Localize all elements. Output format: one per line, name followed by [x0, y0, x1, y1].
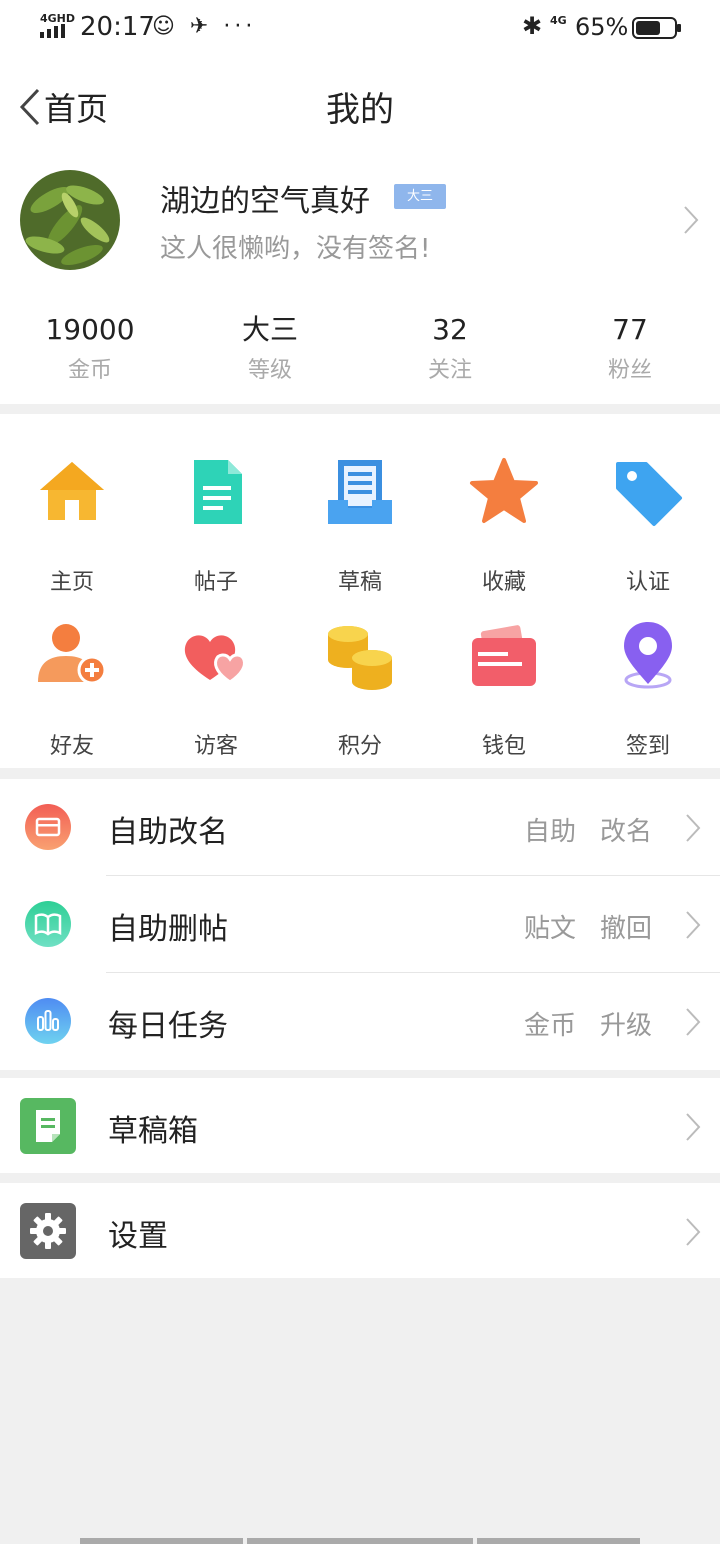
list-item-label: 草稿箱 — [108, 1114, 198, 1149]
list-item-settings[interactable]: 设置 — [0, 1183, 720, 1278]
chevron-right-icon — [686, 1113, 701, 1141]
post-icon — [194, 460, 242, 524]
stat-following[interactable]: 32 关注 — [360, 312, 540, 392]
stat-fans[interactable]: 77 粉丝 — [540, 312, 720, 392]
list-item-rename[interactable]: 自助改名 自助 改名 — [0, 779, 720, 876]
list-item-draft-box[interactable]: 草稿箱 — [0, 1078, 720, 1173]
grid-row-2: 好友 访客 积分 钱包 签到 — [0, 620, 720, 780]
list-item-tags: 自助 改名 — [500, 811, 652, 848]
notification-icons: ☺ ✈ ··· — [152, 14, 257, 39]
tag: 撤回 — [599, 914, 652, 944]
battery-percent: 65% — [575, 13, 629, 41]
stats-row: 19000 金币 大三 等级 32 关注 77 粉丝 — [0, 312, 720, 392]
stat-label: 关注 — [427, 358, 472, 383]
list-item-label: 每日任务 — [108, 1009, 228, 1044]
nav-bar: 首页 我的 — [0, 56, 720, 156]
chevron-right-icon — [686, 1008, 701, 1036]
signature: 这人很懒哟，没有签名! — [160, 234, 431, 264]
grid-item-visitors[interactable]: 访客 — [144, 620, 288, 780]
network-indicator-right: 4G — [550, 14, 567, 27]
bar-chart-icon — [25, 998, 71, 1044]
chevron-right-icon — [684, 206, 699, 234]
chevron-right-icon — [686, 911, 701, 939]
stat-label: 金币 — [67, 358, 112, 383]
grid-item-verify[interactable]: 认证 — [576, 456, 720, 616]
draft-icon — [328, 460, 392, 524]
stat-value: 32 — [432, 313, 468, 346]
card-icon — [25, 804, 71, 850]
stat-coins[interactable]: 19000 金币 — [0, 312, 180, 392]
page-title: 我的 — [326, 90, 394, 130]
draft-box-icon — [20, 1098, 76, 1154]
star-icon — [470, 458, 538, 523]
grid-item-label: 签到 — [625, 734, 670, 759]
nav-gesture-bar-right[interactable] — [477, 1538, 640, 1544]
grid-item-posts[interactable]: 帖子 — [144, 456, 288, 616]
list-item-daily-tasks[interactable]: 每日任务 金币 升级 — [0, 973, 720, 1070]
list-item-label: 自助改名 — [108, 815, 228, 850]
grid-item-checkin[interactable]: 签到 — [576, 620, 720, 780]
status-bar: 4GHD 20:17 ☺ ✈ ··· ✱ 4G 65% — [0, 0, 720, 56]
grid-item-label: 收藏 — [481, 570, 526, 595]
grid-item-favorites[interactable]: 收藏 — [432, 456, 576, 616]
grid-item-drafts[interactable]: 草稿 — [288, 456, 432, 616]
grid-item-points[interactable]: 积分 — [288, 620, 432, 780]
tag: 贴文 — [523, 914, 576, 944]
add-friend-icon — [38, 624, 107, 685]
nav-gesture-bar-center[interactable] — [247, 1538, 473, 1544]
grid-item-label: 帖子 — [193, 570, 238, 595]
grid-item-label: 好友 — [49, 734, 94, 759]
list-item-tags: 贴文 撤回 — [500, 908, 652, 945]
stat-value: 大三 — [241, 313, 298, 346]
avatar-image — [20, 170, 120, 270]
stat-level[interactable]: 大三 等级 — [180, 312, 360, 392]
tag: 升级 — [599, 1011, 652, 1041]
book-icon — [25, 901, 71, 947]
list-item-label: 自助删帖 — [108, 912, 228, 947]
tag: 自助 — [523, 817, 576, 847]
grid-item-friends[interactable]: 好友 — [0, 620, 144, 780]
stat-value: 77 — [612, 313, 648, 346]
nav-gesture-bar-left[interactable] — [80, 1538, 243, 1544]
tag: 金币 — [523, 1011, 576, 1041]
gear-icon — [20, 1203, 76, 1259]
stat-value: 19000 — [45, 313, 135, 346]
list-item-tags: 金币 升级 — [500, 1005, 652, 1042]
chevron-right-icon — [686, 1218, 701, 1246]
grid-item-label: 钱包 — [481, 734, 526, 759]
grid-item-label: 草稿 — [337, 570, 382, 595]
home-icon — [40, 462, 104, 520]
tag-icon — [616, 462, 682, 526]
username: 湖边的空气真好 — [160, 184, 370, 219]
service-list: 自助改名 自助 改名 自助删帖 贴文 撤回 每日任务 金币 升级 — [0, 779, 720, 1070]
grid-item-label: 认证 — [625, 570, 670, 595]
list-item-delete-post[interactable]: 自助删帖 贴文 撤回 — [0, 876, 720, 973]
level-badge: 大三 — [394, 184, 446, 209]
hearts-icon — [184, 635, 246, 684]
grid-row-1: 主页 帖子 草稿 收藏 认证 — [0, 456, 720, 616]
avatar[interactable] — [20, 170, 120, 270]
grid-item-label: 主页 — [49, 570, 94, 595]
list-item-label: 设置 — [108, 1219, 168, 1254]
profile-card[interactable]: 湖边的空气真好 大三 这人很懒哟，没有签名! 19000 金币 大三 等级 32… — [0, 156, 720, 404]
stat-label: 粉丝 — [607, 358, 652, 383]
signal-icon — [40, 24, 65, 38]
drafts-list: 草稿箱 — [0, 1078, 720, 1173]
settings-list: 设置 — [0, 1183, 720, 1278]
coins-icon — [328, 626, 392, 690]
location-pin-icon — [624, 622, 672, 689]
chevron-right-icon — [686, 814, 701, 842]
grid-item-label: 积分 — [337, 734, 382, 759]
clock: 20:17 — [80, 12, 155, 42]
battery-icon — [632, 17, 681, 39]
stat-label: 等级 — [247, 358, 292, 383]
bluetooth-icon: ✱ — [522, 12, 543, 40]
tag: 改名 — [599, 817, 652, 847]
feature-grid: 主页 帖子 草稿 收藏 认证 好友 访客 积分 钱包 签到 — [0, 414, 720, 768]
grid-item-home[interactable]: 主页 — [0, 456, 144, 616]
wallet-icon — [472, 625, 536, 686]
grid-item-label: 访客 — [193, 734, 238, 759]
grid-item-wallet[interactable]: 钱包 — [432, 620, 576, 780]
